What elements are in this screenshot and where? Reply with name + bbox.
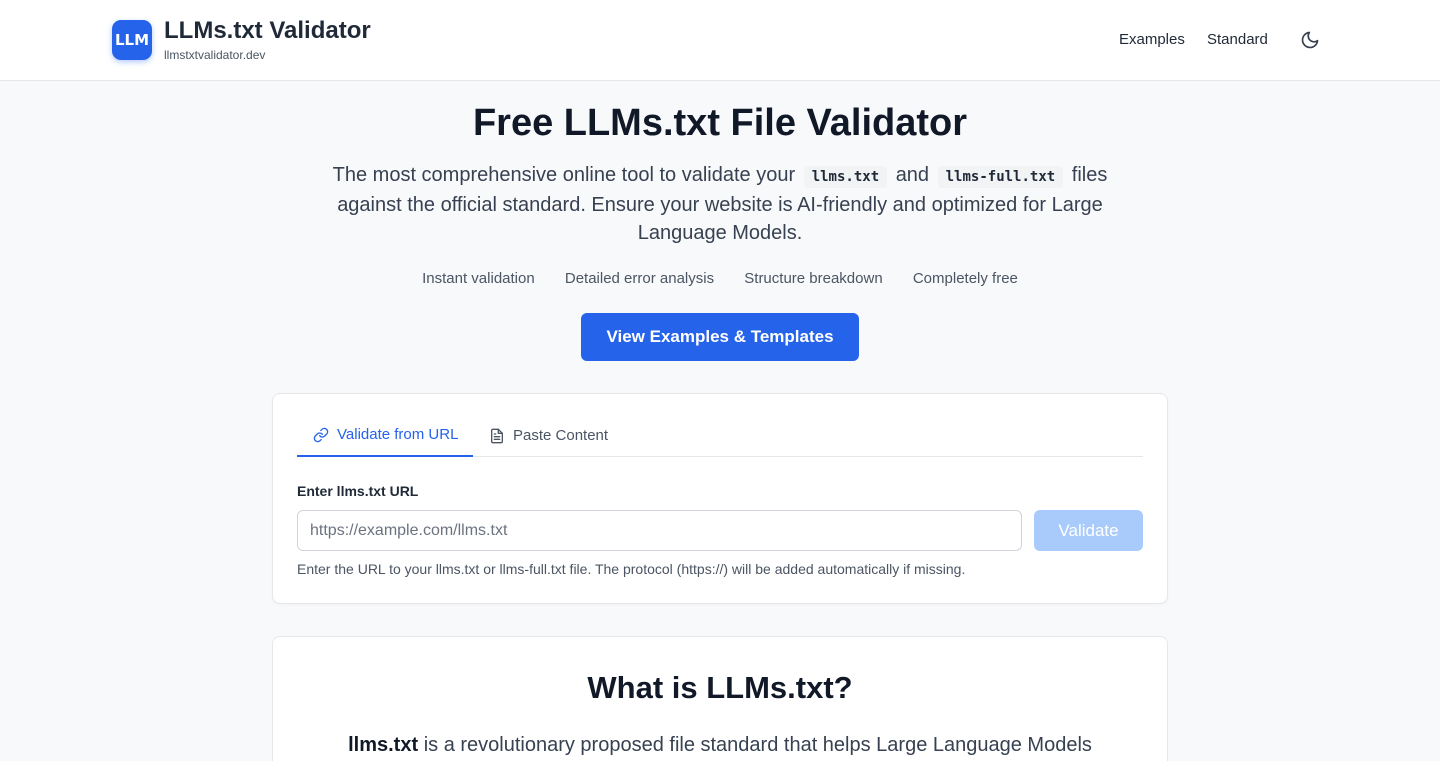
code-llms-txt: llms.txt (803, 166, 888, 188)
url-field-label: Enter llms.txt URL (297, 483, 419, 499)
tab-validate-url[interactable]: Validate from URL (297, 414, 473, 457)
document-icon (491, 428, 503, 443)
term-llms-txt: llms.txt (348, 734, 419, 756)
tab-paste-content[interactable]: Paste Content (489, 414, 608, 457)
tab-label: Validate from URL (337, 426, 459, 443)
validate-button[interactable]: Validate (1034, 510, 1143, 551)
code-llms-full-txt: llms-full.txt (937, 166, 1064, 188)
feature-item: Completely free (912, 270, 1018, 287)
feature-item: Structure breakdown (744, 270, 883, 287)
hero-desc-part1: The most comprehensive online tool to va… (332, 164, 796, 186)
section-title: What is LLMs.txt? (587, 670, 853, 705)
nav-standard-link[interactable]: Standard (1207, 31, 1268, 48)
validator-card: Validate from URL Paste Content Enter ll… (272, 393, 1168, 604)
section-text: llms.txt is a revolutionary proposed fil… (273, 734, 1167, 757)
theme-toggle-button[interactable] (1298, 28, 1322, 52)
site-title[interactable]: LLMs.txt Validator (164, 17, 371, 45)
feature-list: Instant validation Detailed error analys… (0, 270, 1440, 287)
link-icon (313, 427, 329, 442)
tab-label: Paste Content (513, 427, 609, 444)
site-domain: llmstxtvalidator.dev (164, 48, 266, 62)
logo-icon[interactable]: LLM (112, 20, 152, 60)
page-title: Free LLMs.txt File Validator (472, 102, 968, 144)
moon-icon (1301, 31, 1319, 49)
hero-description: The most comprehensive online tool to va… (320, 161, 1120, 247)
url-input[interactable] (297, 510, 1022, 551)
site-header: LLM LLMs.txt Validator llmstxtvalidator.… (0, 0, 1440, 81)
view-examples-button[interactable]: View Examples & Templates (581, 313, 859, 361)
hero-desc-and: and (895, 164, 930, 186)
url-help-text: Enter the URL to your llms.txt or llms-f… (297, 561, 966, 577)
feature-item: Detailed error analysis (564, 270, 715, 287)
what-is-card: What is LLMs.txt? llms.txt is a revoluti… (272, 636, 1168, 761)
feature-item: Instant validation (422, 270, 535, 287)
section-text-rest: is a revolutionary proposed file standar… (423, 734, 1092, 756)
nav-examples-link[interactable]: Examples (1119, 31, 1185, 48)
